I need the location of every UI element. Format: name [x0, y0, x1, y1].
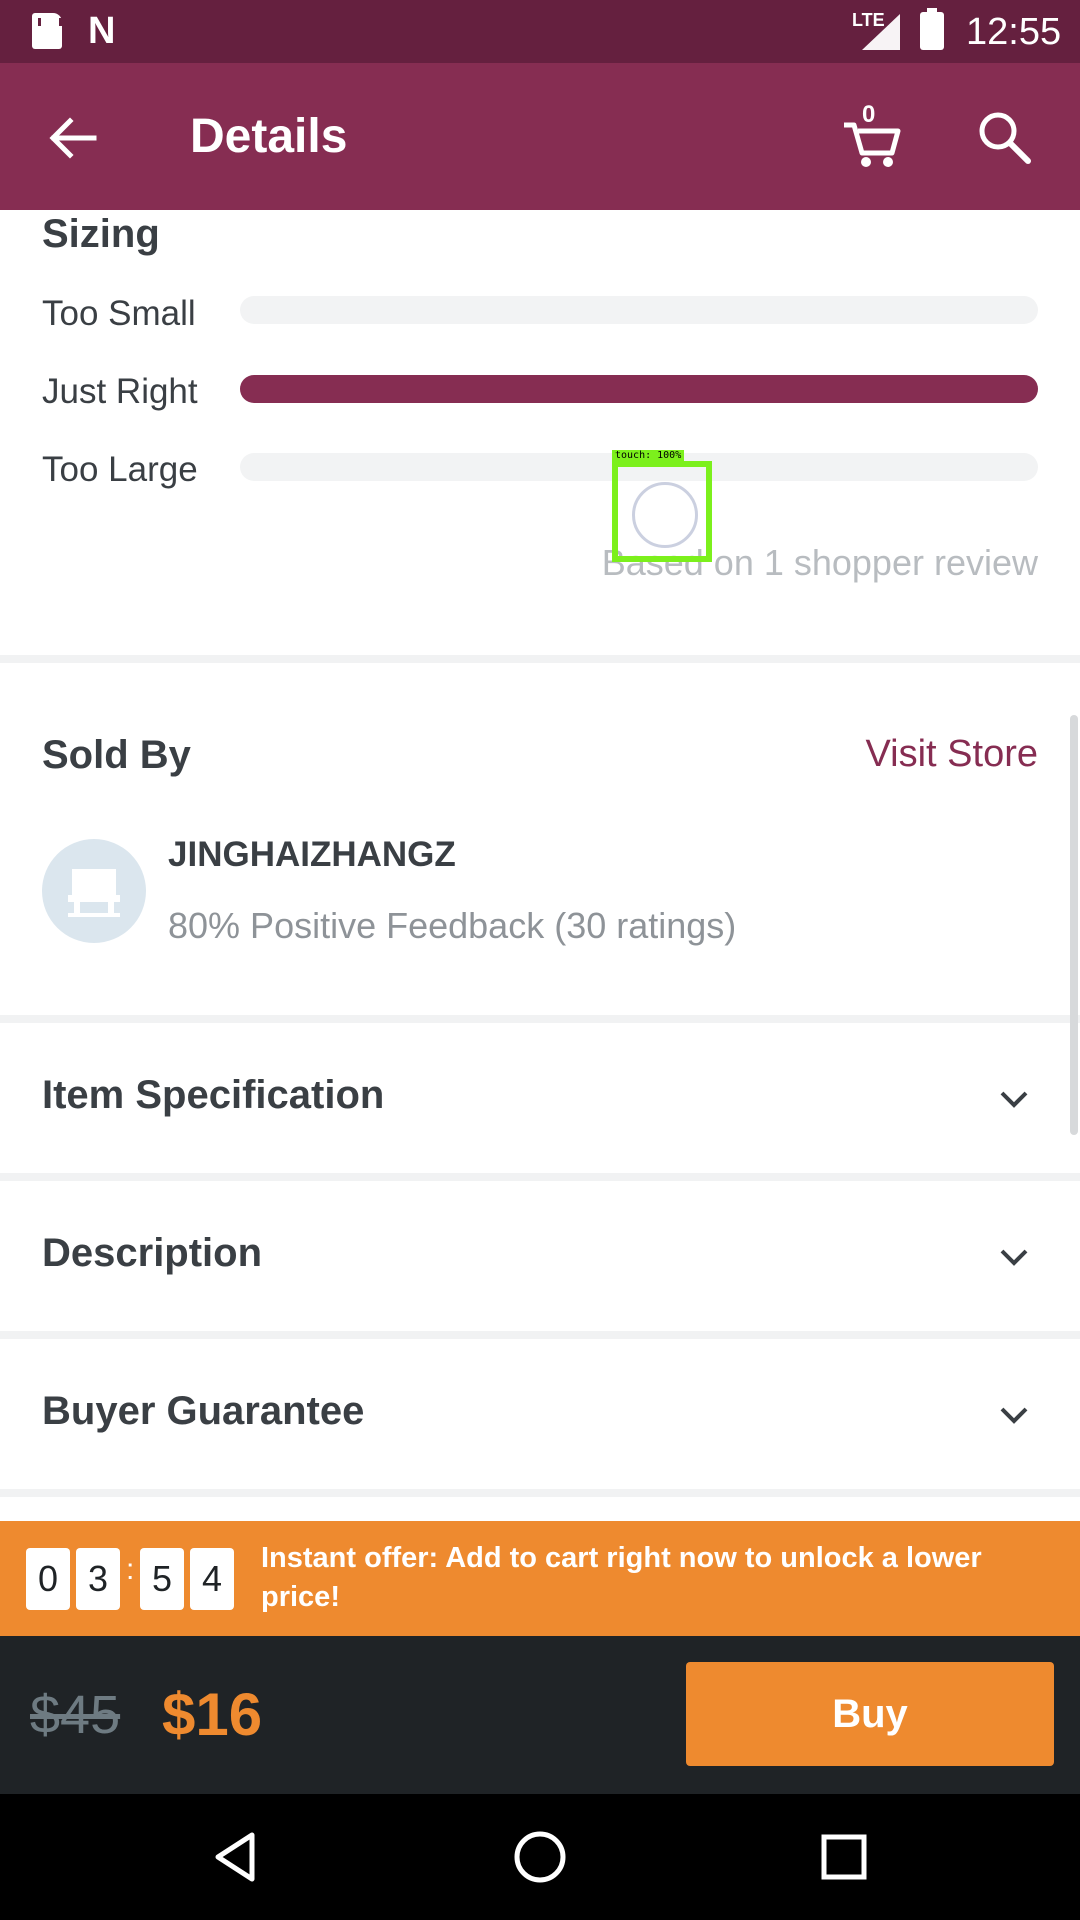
cart-count-badge: 0 — [862, 101, 876, 128]
countdown-digit: 5 — [140, 1548, 184, 1610]
accordion-description[interactable]: Description — [0, 1181, 1080, 1331]
accordion-buyer-guarantee[interactable]: Buyer Guarantee — [0, 1339, 1080, 1489]
page-title: Details — [190, 110, 348, 163]
buy-button[interactable]: Buy — [686, 1662, 1054, 1766]
original-price: $45 — [30, 1685, 121, 1745]
scrollbar[interactable] — [1070, 715, 1078, 1135]
accordion-title: Description — [42, 1231, 263, 1275]
size-label-too-large: Too Large — [42, 450, 198, 489]
status-bar: N LTE 12:55 — [0, 0, 1080, 63]
section-divider — [0, 1489, 1080, 1497]
notification-n-icon: N — [88, 10, 116, 52]
size-label-too-small: Too Small — [42, 294, 196, 333]
chevron-down-icon — [1000, 1249, 1028, 1266]
back-triangle-icon[interactable] — [206, 1827, 266, 1887]
section-divider — [0, 1173, 1080, 1181]
status-time: 12:55 — [966, 11, 1062, 53]
sold-by-section: Sold By Visit Store JINGHAIZHANGZ 80% Po… — [0, 663, 1080, 1015]
size-bar-just-right — [240, 375, 1038, 403]
search-button[interactable] — [970, 103, 1040, 173]
battery-icon — [920, 8, 944, 50]
store-avatar[interactable] — [42, 839, 146, 943]
system-nav-bar — [0, 1794, 1080, 1920]
section-divider — [0, 655, 1080, 663]
store-name[interactable]: JINGHAIZHANGZ — [168, 835, 456, 875]
countdown-digit: 0 — [26, 1548, 70, 1610]
countdown-digit: 3 — [76, 1548, 120, 1610]
accordion-item-specification[interactable]: Item Specification — [0, 1023, 1080, 1173]
countdown-separator: : — [126, 1553, 135, 1586]
section-divider — [0, 1331, 1080, 1339]
chevron-down-icon — [1000, 1091, 1028, 1108]
home-circle-icon[interactable] — [510, 1827, 570, 1887]
buy-bar: $45 $16 Buy — [0, 1636, 1080, 1794]
back-arrow-icon — [49, 117, 97, 159]
search-icon — [979, 112, 1031, 164]
touch-ripple-circle — [632, 482, 698, 548]
size-label-just-right: Just Right — [42, 372, 198, 411]
section-divider — [0, 1015, 1080, 1023]
size-bar-too-small — [240, 296, 1038, 324]
app-bar: Details 0 — [0, 63, 1080, 210]
countdown-digit: 4 — [190, 1548, 234, 1610]
visit-store-link[interactable]: Visit Store — [866, 733, 1038, 776]
instant-offer-banner[interactable]: 0 3 : 5 4 Instant offer: Add to cart rig… — [0, 1521, 1080, 1636]
accordion-title: Buyer Guarantee — [42, 1389, 365, 1433]
back-button[interactable] — [38, 103, 108, 173]
sold-by-heading: Sold By — [42, 733, 191, 777]
sizing-section: Sizing Too Small Just Right Too Large Ba… — [0, 210, 1080, 655]
sizing-heading: Sizing — [42, 212, 160, 256]
signal-icon — [862, 14, 900, 50]
sd-card-icon — [32, 13, 62, 49]
accordion-title: Item Specification — [42, 1073, 385, 1117]
storefront-icon — [68, 869, 120, 917]
chevron-down-icon — [1000, 1407, 1028, 1424]
recents-square-icon[interactable] — [814, 1827, 874, 1887]
size-bar-fill — [240, 375, 1038, 403]
offer-text: Instant offer: Add to cart right now to … — [261, 1542, 982, 1613]
store-feedback: 80% Positive Feedback (30 ratings) — [168, 905, 737, 946]
sale-price: $16 — [162, 1681, 263, 1748]
